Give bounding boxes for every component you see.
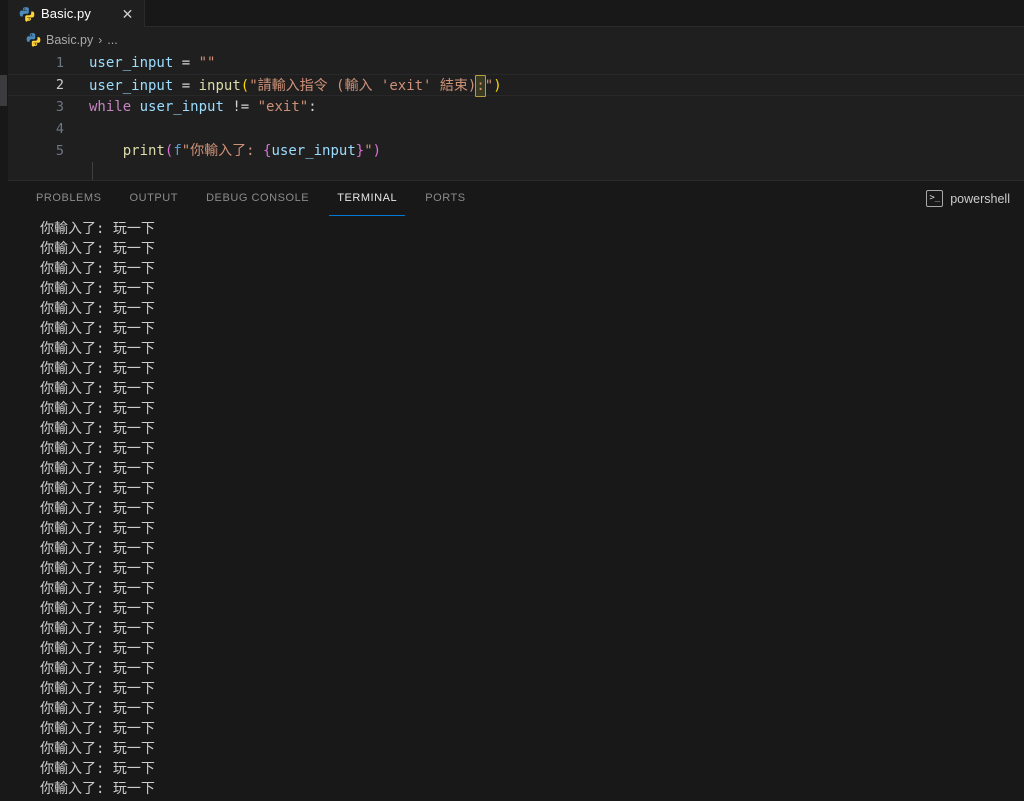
terminal-line: 你輸入了: 玩一下 [40,221,155,237]
terminal-line: 你輸入了: 玩一下 [40,461,155,477]
terminal-line: 你輸入了: 玩一下 [40,261,155,277]
code-token: : [308,99,317,115]
terminal-line: 你輸入了: 玩一下 [40,701,155,717]
python-icon [19,6,35,22]
terminal-line: 你輸入了: 玩一下 [40,581,155,597]
bottom-panel: PROBLEMS OUTPUT DEBUG CONSOLE TERMINAL PORTS… [8,180,1024,801]
panel-tab-debug-console[interactable]: DEBUG CONSOLE [198,181,317,216]
code-token: user_input [89,55,174,71]
code-line-text: user_input = input("請輸入指令 (輸入 'exit' 結束)… [89,75,502,97]
terminal-line: 你輸入了: 玩一下 [40,241,155,257]
code-line[interactable]: 4 [8,118,1024,140]
code-line[interactable]: 5 print(f"你輸入了: {user_input}") [8,140,1024,162]
terminal-shell-indicator[interactable]: >_ powershell [926,181,1010,216]
panel-tab-output[interactable]: OUTPUT [122,181,187,216]
editor-tab-bar: Basic.py ✕ [8,0,1024,27]
code-token: f [173,143,182,159]
code-token: print [122,143,165,159]
panel-tab-ports[interactable]: PORTS [417,181,473,216]
code-token: input [198,78,241,94]
terminal-line: 你輸入了: 玩一下 [40,761,155,777]
code-editor[interactable]: 1 user_input = "" 2 user_input = input("請輸入… [8,52,1024,206]
code-token: user_input [271,143,356,159]
line-number: 2 [55,77,64,93]
line-number: 3 [55,99,64,115]
editor-left-gutter-strip [0,0,8,801]
code-lines-container: 1 user_input = "" 2 user_input = input("請輸入… [8,52,1024,162]
terminal-line: 你輸入了: 玩一下 [40,741,155,757]
terminal-line: 你輸入了: 玩一下 [40,781,155,797]
terminal-line: 你輸入了: 玩一下 [40,681,155,697]
terminal-line: 你輸入了: 玩一下 [40,641,155,657]
code-line-text: user_input = "" [89,52,215,74]
editor-scrollbar-slider[interactable] [0,75,7,106]
terminal-line: 你輸入了: 玩一下 [40,721,155,737]
terminal-icon: >_ [926,190,944,207]
code-line[interactable]: 1 user_input = "" [8,52,1024,74]
code-line[interactable]: 2 user_input = input("請輸入指令 (輸入 'exit' 結束… [8,74,1024,97]
code-token: } [355,143,365,159]
terminal-line: 你輸入了: 玩一下 [40,561,155,577]
code-token: " [364,143,373,159]
vscode-window: Basic.py ✕ Basic.py › ... 1 user_input = … [0,0,1024,801]
terminal-line: 你輸入了: 玩一下 [40,281,155,297]
code-token: "你輸入了: [181,143,264,159]
code-token: "" [198,55,216,71]
terminal-line: 你輸入了: 玩一下 [40,361,155,377]
code-token: = [181,55,191,71]
terminal-shell-label: powershell [950,191,1010,206]
terminal-line: 你輸入了: 玩一下 [40,541,155,557]
chevron-right-icon: › [98,32,103,47]
line-number: 5 [55,143,64,159]
editor-tab-label: Basic.py [41,6,91,21]
terminal-line: 你輸入了: 玩一下 [40,661,155,677]
code-token: != [232,99,250,115]
breadcrumb: Basic.py › ... [8,27,1024,52]
panel-tab-problems[interactable]: PROBLEMS [28,181,110,216]
code-token: "exit" [257,99,309,115]
terminal-line: 你輸入了: 玩一下 [40,401,155,417]
python-icon [26,33,41,47]
code-line-text: while user_input != "exit": [89,96,317,118]
terminal-line: 你輸入了: 玩一下 [40,301,155,317]
terminal-line: 你輸入了: 玩一下 [40,321,155,337]
terminal-line: 你輸入了: 玩一下 [40,481,155,497]
panel-tab-bar: PROBLEMS OUTPUT DEBUG CONSOLE TERMINAL PORTS… [8,181,1024,216]
code-token: while [89,99,132,115]
terminal-line: 你輸入了: 玩一下 [40,601,155,617]
code-token: user_input [89,78,174,94]
editor-tab-basic-py[interactable]: Basic.py ✕ [8,0,145,27]
terminal-line: 你輸入了: 玩一下 [40,421,155,437]
code-line-text: print(f"你輸入了: {user_input}") [89,140,381,162]
code-token: "請輸入指令 (輸入 'exit' 結束) [249,78,477,94]
line-number: 1 [55,55,64,71]
code-token: = [181,78,191,94]
code-token: ( [240,78,250,94]
terminal-line: 你輸入了: 玩一下 [40,341,155,357]
terminal-output[interactable]: 你輸入了: 玩一下 你輸入了: 玩一下 你輸入了: 玩一下 你輸入了: 玩一下 你輸入了… [8,216,1024,801]
terminal-line: 你輸入了: 玩一下 [40,501,155,517]
code-token: " [484,78,494,94]
close-icon[interactable]: ✕ [119,5,136,22]
breadcrumb-file[interactable]: Basic.py [46,33,93,47]
line-number: 4 [55,121,64,137]
code-token: ) [493,78,502,94]
terminal-line: 你輸入了: 玩一下 [40,381,155,397]
code-line[interactable]: 3 while user_input != "exit": [8,96,1024,118]
terminal-line: 你輸入了: 玩一下 [40,521,155,537]
terminal-line: 你輸入了: 玩一下 [40,621,155,637]
code-token: user_input [139,99,224,115]
panel-tab-terminal[interactable]: TERMINAL [329,181,406,216]
terminal-line: 你輸入了: 玩一下 [40,441,155,457]
code-token: ) [372,143,382,159]
breadcrumb-trailing[interactable]: ... [107,33,117,47]
